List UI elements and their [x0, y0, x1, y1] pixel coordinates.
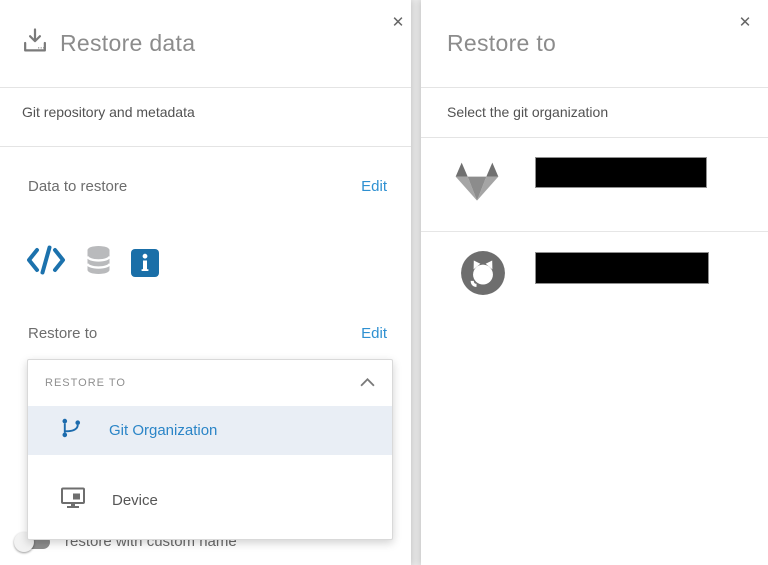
restore-to-row: Restore to Edit	[28, 325, 387, 342]
dropdown-option-device[interactable]: Device	[28, 476, 392, 525]
dropdown-option-label: Git Organization	[109, 422, 217, 439]
org-name-redaction-bar	[535, 252, 709, 284]
info-icon	[131, 249, 159, 277]
database-icon	[84, 244, 113, 281]
restore-download-icon	[20, 27, 50, 64]
device-monitor-icon	[60, 486, 86, 515]
restore-wizard-screen: Restore data ✕ Git repository and metada…	[0, 0, 768, 565]
code-icon	[26, 244, 66, 281]
restore-to-dialog: Restore to ✕ Select the git organization	[421, 0, 768, 565]
org-row-github[interactable]	[421, 231, 768, 323]
restore-to-label: Restore to	[28, 325, 97, 342]
org-name-redaction-bar	[535, 157, 707, 188]
org-row-gitlab[interactable]	[421, 137, 768, 232]
data-to-restore-icons	[26, 244, 159, 281]
dropdown-option-label: Device	[112, 492, 158, 509]
chevron-up-icon[interactable]	[360, 374, 375, 392]
dialog-subtitle: Git repository and metadata	[22, 104, 195, 120]
github-avatar	[450, 243, 516, 303]
dropdown-header[interactable]: RESTORE TO	[28, 360, 392, 406]
restore-data-dialog: Restore data ✕ Git repository and metada…	[0, 0, 411, 565]
close-icon[interactable]: ✕	[388, 13, 408, 33]
header-divider	[421, 87, 768, 88]
header-divider	[0, 87, 411, 88]
restore-to-dropdown: RESTORE TO	[27, 359, 393, 540]
subtitle-divider	[0, 146, 411, 147]
close-icon[interactable]: ✕	[735, 13, 755, 33]
edit-data-to-restore-link[interactable]: Edit	[361, 178, 387, 195]
data-to-restore-row: Data to restore Edit	[28, 178, 387, 195]
git-branch-icon	[60, 416, 83, 445]
dropdown-option-git-organization[interactable]: Git Organization	[28, 406, 392, 455]
dropdown-label: RESTORE TO	[45, 377, 126, 389]
data-to-restore-label: Data to restore	[28, 178, 127, 195]
edit-restore-to-link[interactable]: Edit	[361, 325, 387, 342]
dialog-title: Restore to	[447, 30, 556, 57]
gitlab-icon	[453, 159, 501, 210]
dialog-subtitle: Select the git organization	[447, 104, 608, 120]
dialog-title: Restore data	[60, 30, 195, 57]
